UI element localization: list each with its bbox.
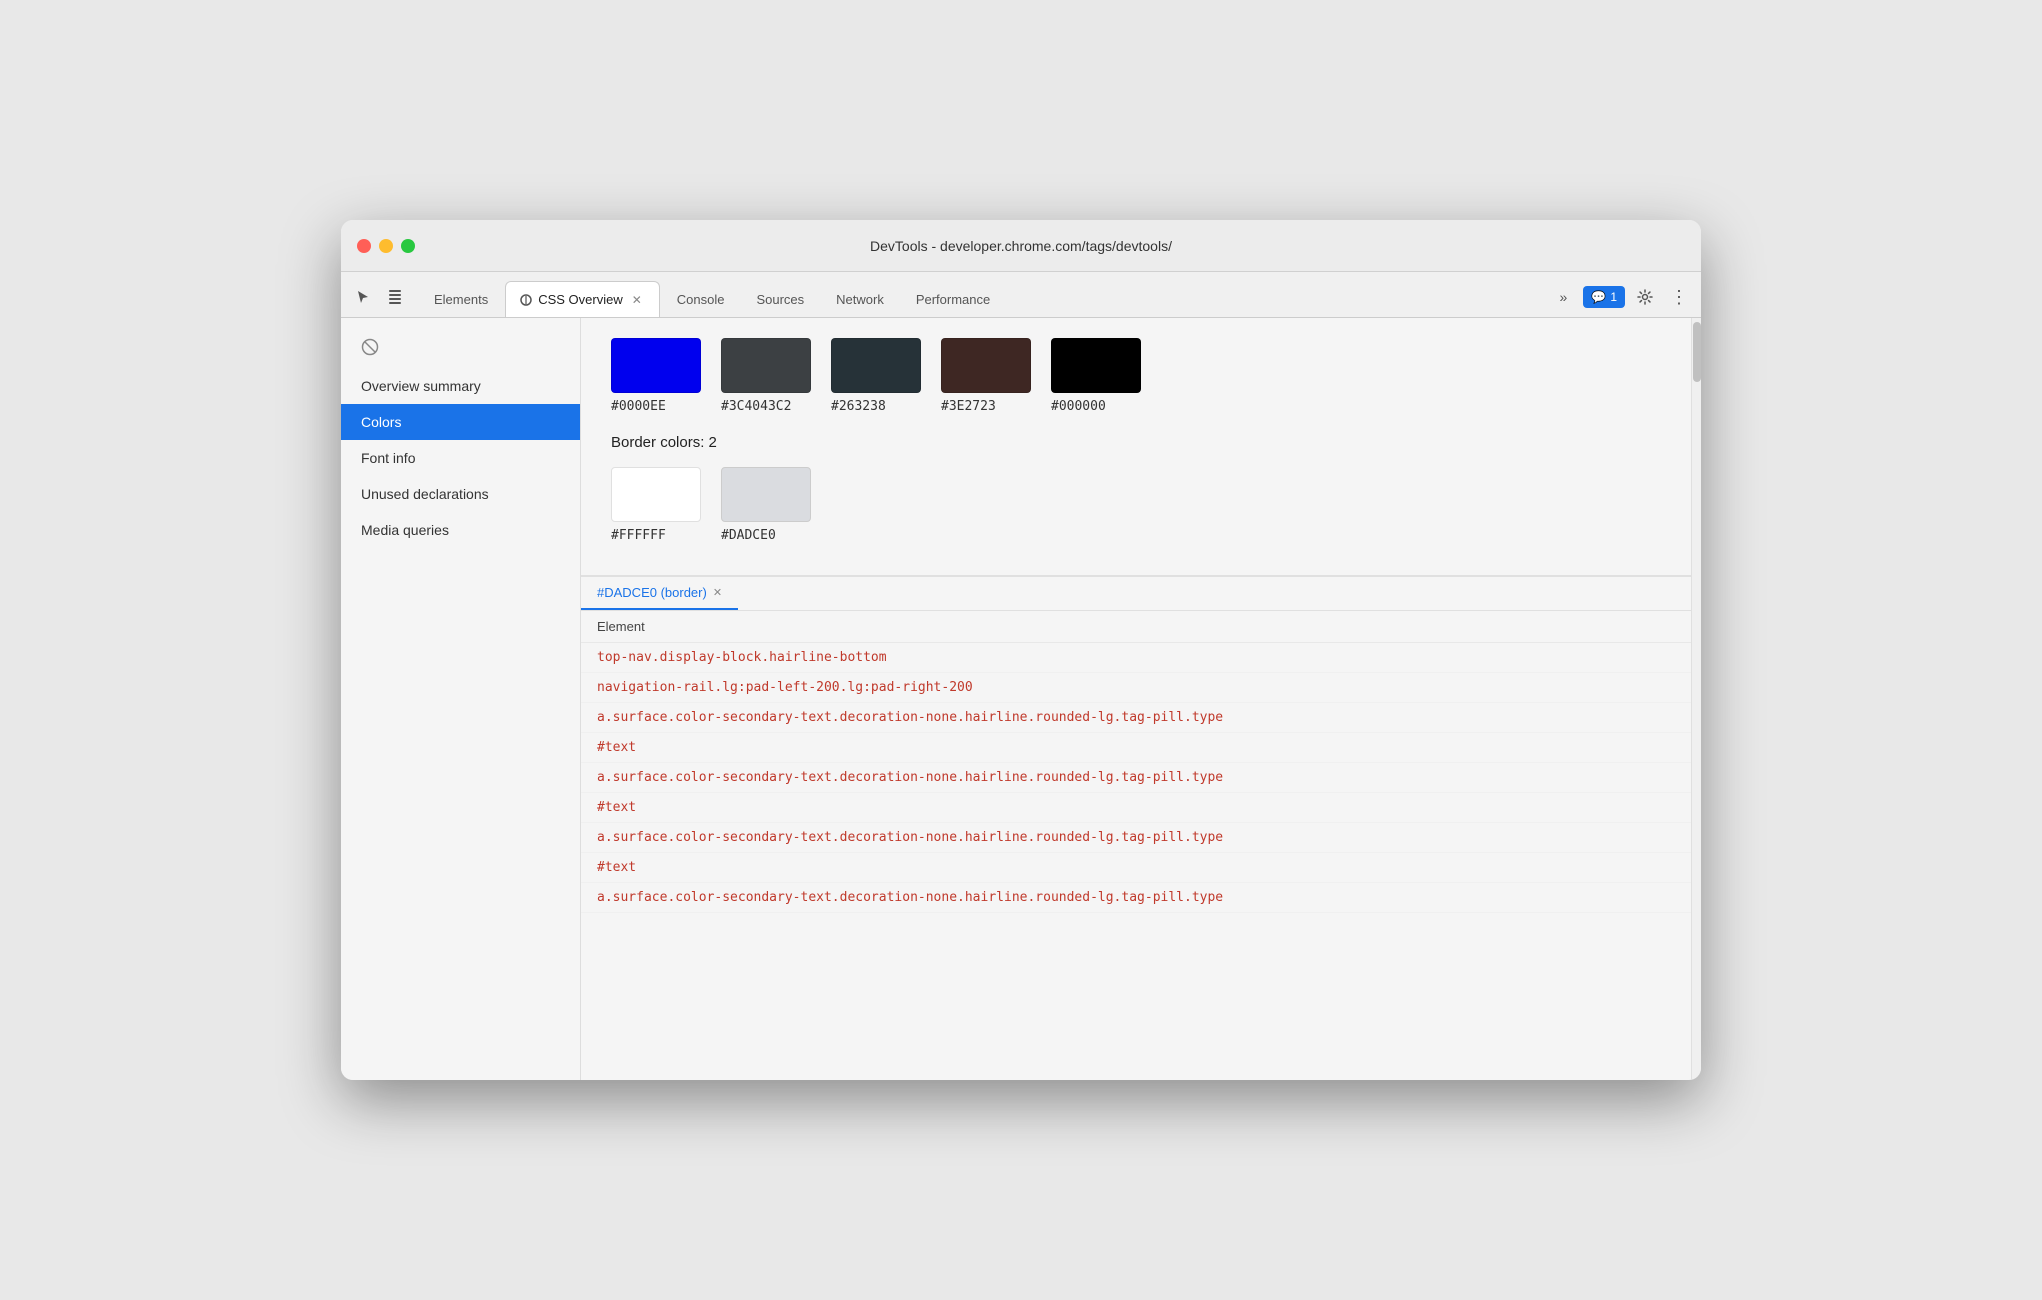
css-overview-icon <box>520 294 532 306</box>
element-table: Element top-nav.display-block.hairline-b… <box>581 611 1691 1080</box>
block-icon <box>361 338 379 356</box>
table-row[interactable]: top-nav.display-block.hairline-bottom <box>581 643 1691 673</box>
maximize-button[interactable] <box>401 239 415 253</box>
element-tab-close[interactable]: ✕ <box>713 586 722 599</box>
scrollbar-track[interactable] <box>1691 318 1701 1080</box>
sidebar-no-results-icon <box>341 326 580 368</box>
border-color-item-2: #DADCE0 <box>721 467 811 543</box>
cursor-icon[interactable] <box>349 283 377 311</box>
element-tab-dadce0[interactable]: #DADCE0 (border) ✕ <box>581 577 738 610</box>
color-item-5: #000000 <box>1051 338 1141 414</box>
window-controls <box>357 239 415 253</box>
feedback-icon: 💬 <box>1591 290 1606 304</box>
color-swatch-1[interactable] <box>611 338 701 393</box>
color-label-4: #3E2723 <box>941 399 996 414</box>
table-row[interactable]: navigation-rail.lg:pad-left-200.lg:pad-r… <box>581 673 1691 703</box>
sidebar-item-font-info[interactable]: Font info <box>341 440 580 476</box>
tab-console[interactable]: Console <box>662 281 740 317</box>
table-row[interactable]: a.surface.color-secondary-text.decoratio… <box>581 823 1691 853</box>
tab-overflow-button[interactable]: » <box>1549 283 1577 311</box>
more-options-icon[interactable]: ⋮ <box>1665 283 1693 311</box>
settings-icon[interactable] <box>1631 283 1659 311</box>
color-label-3: #263238 <box>831 399 886 414</box>
tab-network[interactable]: Network <box>821 281 899 317</box>
tab-performance[interactable]: Performance <box>901 281 1005 317</box>
color-swatch-2[interactable] <box>721 338 811 393</box>
feedback-badge[interactable]: 💬 1 <box>1583 286 1625 308</box>
tab-elements[interactable]: Elements <box>419 281 503 317</box>
color-swatch-3[interactable] <box>831 338 921 393</box>
color-item-3: #263238 <box>831 338 921 414</box>
border-color-swatch-2[interactable] <box>721 467 811 522</box>
table-row[interactable]: a.surface.color-secondary-text.decoratio… <box>581 703 1691 733</box>
sidebar: Overview summary Colors Font info Unused… <box>341 318 581 1080</box>
color-label-1: #0000EE <box>611 399 666 414</box>
element-table-header: Element <box>581 611 1691 643</box>
color-item-1: #0000EE <box>611 338 701 414</box>
tab-sources[interactable]: Sources <box>741 281 819 317</box>
table-row[interactable]: a.surface.color-secondary-text.decoratio… <box>581 883 1691 913</box>
sidebar-item-unused-declarations[interactable]: Unused declarations <box>341 476 580 512</box>
minimize-button[interactable] <box>379 239 393 253</box>
devtools-window: DevTools - developer.chrome.com/tags/dev… <box>341 220 1701 1080</box>
colors-content: #0000EE #3C4043C2 #263238 #3E2723 <box>581 318 1691 575</box>
css-overview-tab-close[interactable]: ✕ <box>629 292 645 308</box>
content-with-scroll: #0000EE #3C4043C2 #263238 #3E2723 <box>581 318 1701 1080</box>
main-content: Overview summary Colors Font info Unused… <box>341 318 1701 1080</box>
border-colors-heading: Border colors: 2 <box>611 434 1661 451</box>
border-color-label-2: #DADCE0 <box>721 528 776 543</box>
close-button[interactable] <box>357 239 371 253</box>
layers-icon[interactable] <box>381 283 409 311</box>
color-label-2: #3C4043C2 <box>721 399 791 414</box>
table-row-text-node[interactable]: #text <box>581 793 1691 823</box>
color-swatch-5[interactable] <box>1051 338 1141 393</box>
color-item-2: #3C4043C2 <box>721 338 811 414</box>
color-swatch-4[interactable] <box>941 338 1031 393</box>
table-row[interactable]: a.surface.color-secondary-text.decoratio… <box>581 763 1691 793</box>
scroll-area: #0000EE #3C4043C2 #263238 #3E2723 <box>581 318 1691 1080</box>
elements-panel: #DADCE0 (border) ✕ Element top-nav.displ… <box>581 575 1691 1080</box>
border-color-label-1: #FFFFFF <box>611 528 666 543</box>
tab-bar: Elements CSS Overview ✕ Console Sources … <box>341 272 1701 318</box>
tab-bar-right: » 💬 1 ⋮ <box>1549 283 1693 317</box>
sidebar-item-media-queries[interactable]: Media queries <box>341 512 580 548</box>
tab-css-overview[interactable]: CSS Overview ✕ <box>505 281 660 317</box>
elements-tabs: #DADCE0 (border) ✕ <box>581 577 1691 611</box>
title-bar: DevTools - developer.chrome.com/tags/dev… <box>341 220 1701 272</box>
window-title: DevTools - developer.chrome.com/tags/dev… <box>870 238 1172 254</box>
border-colors-swatches: #FFFFFF #DADCE0 <box>611 467 1661 543</box>
table-row-text-node[interactable]: #text <box>581 733 1691 763</box>
scrollbar-thumb[interactable] <box>1693 322 1701 382</box>
border-color-item-1: #FFFFFF <box>611 467 701 543</box>
sidebar-item-overview-summary[interactable]: Overview summary <box>341 368 580 404</box>
tab-bar-tools <box>349 283 417 317</box>
border-color-swatch-1[interactable] <box>611 467 701 522</box>
color-item-4: #3E2723 <box>941 338 1031 414</box>
text-colors-swatches: #0000EE #3C4043C2 #263238 #3E2723 <box>611 338 1661 414</box>
table-row-text-node[interactable]: #text <box>581 853 1691 883</box>
color-label-5: #000000 <box>1051 399 1106 414</box>
sidebar-item-colors[interactable]: Colors <box>341 404 580 440</box>
